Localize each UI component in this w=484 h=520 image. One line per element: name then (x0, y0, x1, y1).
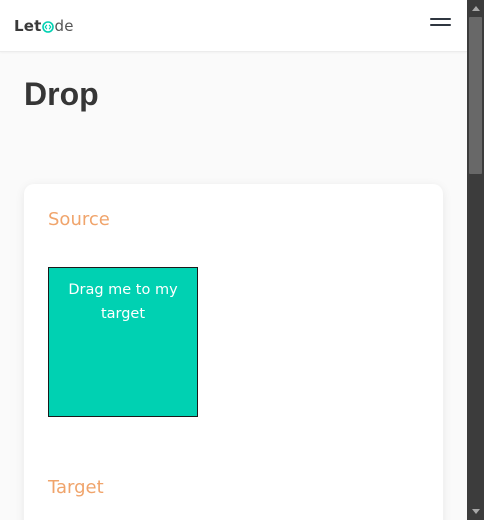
up-triangle-icon (471, 6, 480, 11)
draggable-text: Drag me to my target (68, 282, 178, 322)
vertical-scrollbar[interactable] (467, 0, 484, 520)
draggable-box[interactable]: Drag me to my target (48, 267, 198, 417)
logo-text-let: Let (14, 17, 42, 35)
site-logo[interactable]: Let de (14, 16, 74, 36)
scrollbar-thumb[interactable] (469, 17, 482, 174)
hamburger-menu-icon[interactable] (430, 18, 452, 30)
scroll-up-arrow-icon[interactable] (467, 0, 484, 17)
hamburger-line (430, 24, 451, 26)
logo-text-de: de (54, 17, 74, 35)
scroll-down-arrow-icon[interactable] (467, 503, 484, 520)
code-brackets-icon (42, 20, 54, 33)
target-label: Target (48, 477, 104, 498)
hamburger-line (430, 18, 451, 20)
source-label: Source (48, 209, 110, 230)
navbar: Let de (0, 0, 467, 52)
down-triangle-icon (471, 509, 480, 514)
page: Let de Drop Source Drag me to my target … (0, 0, 467, 520)
page-title: Drop (24, 76, 99, 112)
drag-drop-card: Source Drag me to my target Target (24, 184, 443, 520)
